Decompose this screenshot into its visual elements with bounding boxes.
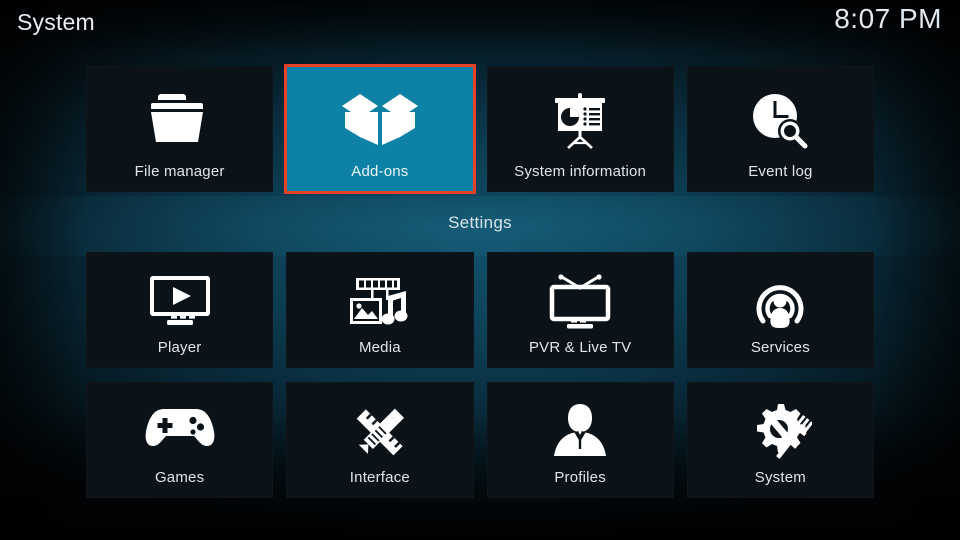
pencil-ruler-icon [286, 382, 473, 462]
broadcast-person-icon [687, 252, 874, 330]
tile-event-log[interactable]: Event log [686, 66, 874, 192]
tile-add-ons[interactable]: Add-ons [284, 64, 476, 194]
tile-label: Interface [349, 469, 410, 486]
page-title: System [17, 9, 95, 35]
grid-row-top: File manager Add-ons System information … [86, 64, 874, 194]
tile-label: Add-ons [351, 163, 409, 180]
gamepad-icon [86, 382, 273, 452]
tile-label: Event log [748, 163, 813, 180]
grid-row-bottom: Games Interface Profiles System [86, 382, 874, 498]
presentation-chart-icon [487, 66, 674, 150]
tile-services[interactable]: Services [686, 252, 874, 368]
tile-label: Games [154, 469, 205, 486]
gear-tools-icon [687, 382, 874, 460]
grid-row-middle: Player Media PVR & Live TV Services [86, 252, 874, 368]
tile-system-information[interactable]: System information [486, 66, 674, 192]
kodi-system-screen: System 8:07 PM Settings File manager Add… [0, 0, 960, 540]
tile-profiles[interactable]: Profiles [486, 382, 674, 498]
tile-pvr-live-tv[interactable]: PVR & Live TV [486, 252, 674, 368]
tile-label: Profiles [554, 469, 606, 486]
header-bar: System 8:07 PM [0, 0, 960, 50]
tile-file-manager[interactable]: File manager [86, 66, 274, 192]
tile-player[interactable]: Player [86, 252, 274, 368]
tile-label: System [754, 469, 806, 486]
clock: 8:07 PM [834, 3, 942, 34]
monitor-play-icon [86, 252, 273, 328]
tile-label: Player [157, 339, 202, 356]
folder-icon [86, 66, 273, 148]
tile-label: File manager [134, 163, 225, 180]
tile-interface[interactable]: Interface [286, 382, 474, 498]
settings-grid: File manager Add-ons System information … [86, 64, 874, 498]
tile-label: System information [514, 163, 647, 180]
filmstrip-photo-music-icon [286, 252, 473, 330]
tile-media[interactable]: Media [286, 252, 474, 368]
tile-games[interactable]: Games [86, 382, 274, 498]
tile-label: PVR & Live TV [528, 339, 632, 356]
tile-label: Media [358, 339, 401, 356]
tile-label: Services [750, 339, 810, 356]
open-box-icon [286, 66, 473, 150]
tv-antenna-icon [487, 252, 674, 330]
person-bust-icon [487, 382, 674, 458]
tile-system[interactable]: System [686, 382, 874, 498]
clock-search-icon [687, 66, 874, 150]
